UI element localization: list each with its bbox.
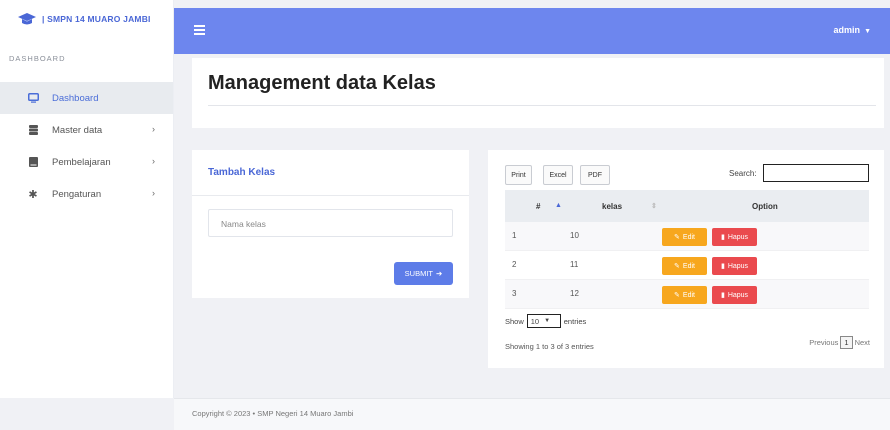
pagination: Previous 1 Next — [809, 336, 870, 349]
show-label: Show — [505, 316, 524, 326]
divider — [208, 105, 876, 106]
delete-label: Hapus — [727, 262, 749, 270]
class-name-input[interactable]: Nama kelas — [208, 209, 453, 237]
edit-icon: ✎ — [674, 234, 680, 241]
search-input[interactable] — [763, 164, 869, 182]
graduation-cap-icon — [18, 13, 36, 25]
sidebar-item-label: Pembelajaran — [52, 156, 111, 168]
sidebar-item-dashboard[interactable]: Dashboard — [0, 82, 173, 114]
sidebar-item-pembelajaran[interactable]: Pembelajaran › — [0, 146, 173, 178]
previous-page-button[interactable]: Previous — [809, 338, 838, 347]
page-1-button[interactable]: 1 — [840, 336, 853, 349]
topbar: admin ▼ — [174, 8, 890, 54]
sort-ascending-icon: ▲ — [555, 202, 562, 209]
page-title: Management data Kelas — [208, 72, 436, 94]
entries-length-control: Show 10 ▼ entries — [505, 314, 586, 328]
monitor-icon — [27, 92, 39, 104]
copyright-text: Copyright © 2023 • SMP Negeri 14 Muaro J… — [192, 409, 354, 418]
chevron-right-icon: › — [152, 156, 155, 166]
table-header: # ▲ kelas ⇕ Option — [505, 190, 869, 222]
brand[interactable]: | SMPN 14 MUARO JAMBI — [0, 0, 173, 38]
delete-button[interactable]: ▮ Hapus — [712, 228, 757, 246]
delete-label: Hapus — [727, 291, 749, 299]
hamburger-menu-icon[interactable] — [194, 25, 205, 35]
sidebar-item-pengaturan[interactable]: ✱ Pengaturan › — [0, 178, 173, 210]
sort-icon: ⇕ — [651, 203, 657, 210]
submit-label: SUBMIT — [404, 269, 434, 278]
sidebar-item-label: Master data — [52, 124, 103, 136]
user-menu[interactable]: admin ▼ — [834, 25, 871, 35]
delete-button[interactable]: ▮ Hapus — [712, 257, 757, 275]
page-header: Management data Kelas — [192, 58, 884, 128]
row-kelas: 10 — [570, 231, 579, 240]
row-kelas: 12 — [570, 289, 579, 298]
database-icon — [27, 124, 39, 136]
user-name: admin — [833, 25, 861, 35]
pdf-button[interactable]: PDF — [580, 165, 610, 185]
chevron-down-icon: ▼ — [544, 318, 551, 324]
sidebar-section-label: DASHBOARD — [9, 54, 66, 63]
entries-select[interactable]: 10 ▼ — [526, 314, 561, 328]
table-row: 3 12 ✎ Edit ▮ Hapus — [505, 280, 869, 309]
edit-icon: ✎ — [674, 292, 680, 299]
edit-button[interactable]: ✎ Edit — [662, 257, 707, 275]
sidebar-item-label: Pengaturan — [52, 188, 102, 200]
chevron-right-icon: › — [152, 124, 155, 134]
trash-icon: ▮ — [720, 263, 725, 270]
column-header-num[interactable]: # — [536, 202, 540, 211]
table-row: 2 11 ✎ Edit ▮ Hapus — [505, 251, 869, 280]
row-number: 3 — [512, 289, 517, 298]
delete-button[interactable]: ▮ Hapus — [712, 286, 757, 304]
row-number: 1 — [512, 231, 517, 240]
footer: Copyright © 2023 • SMP Negeri 14 Muaro J… — [174, 398, 890, 430]
entries-value: 10 — [530, 316, 540, 326]
submit-button[interactable]: SUBMIT ➔ — [394, 262, 453, 285]
excel-button[interactable]: Excel — [543, 165, 573, 185]
delete-label: Hapus — [727, 233, 749, 241]
table-info: Showing 1 to 3 of 3 entries — [505, 342, 594, 351]
row-kelas: 11 — [570, 260, 579, 269]
edit-button[interactable]: ✎ Edit — [662, 228, 707, 246]
brand-name: | SMPN 14 MUARO JAMBI — [42, 14, 151, 24]
caret-down-icon: ▼ — [864, 28, 871, 35]
chevron-right-icon: › — [152, 188, 155, 198]
edit-button[interactable]: ✎ Edit — [662, 286, 707, 304]
sidebar-item-label: Dashboard — [52, 92, 99, 104]
trash-icon: ▮ — [720, 234, 725, 241]
row-number: 2 — [512, 260, 517, 269]
trash-icon: ▮ — [720, 292, 725, 299]
search-label: Search: — [729, 169, 757, 178]
table-row: 1 10 ✎ Edit ▮ Hapus — [505, 222, 869, 251]
edit-label: Edit — [682, 262, 695, 270]
gear-icon: ✱ — [28, 188, 38, 201]
form-title: Tambah Kelas — [208, 167, 276, 178]
class-table-card: Print Excel PDF Search: # ▲ kelas ⇕ Opti… — [488, 150, 884, 368]
sidebar-item-master-data[interactable]: Master data › — [0, 114, 173, 146]
book-icon — [27, 156, 39, 168]
print-button[interactable]: Print — [505, 165, 532, 185]
edit-label: Edit — [682, 233, 695, 241]
edit-icon: ✎ — [674, 263, 680, 270]
edit-label: Edit — [682, 291, 695, 299]
divider — [192, 195, 469, 196]
next-page-button[interactable]: Next — [855, 338, 870, 347]
column-header-option: Option — [752, 202, 778, 211]
add-class-card: Tambah Kelas Nama kelas SUBMIT ➔ — [192, 150, 469, 298]
entries-label: entries — [563, 316, 587, 326]
column-header-kelas[interactable]: kelas — [602, 202, 622, 211]
arrow-right-icon: ➔ — [436, 269, 443, 278]
sidebar: | SMPN 14 MUARO JAMBI DASHBOARD Dashboar… — [0, 0, 174, 398]
